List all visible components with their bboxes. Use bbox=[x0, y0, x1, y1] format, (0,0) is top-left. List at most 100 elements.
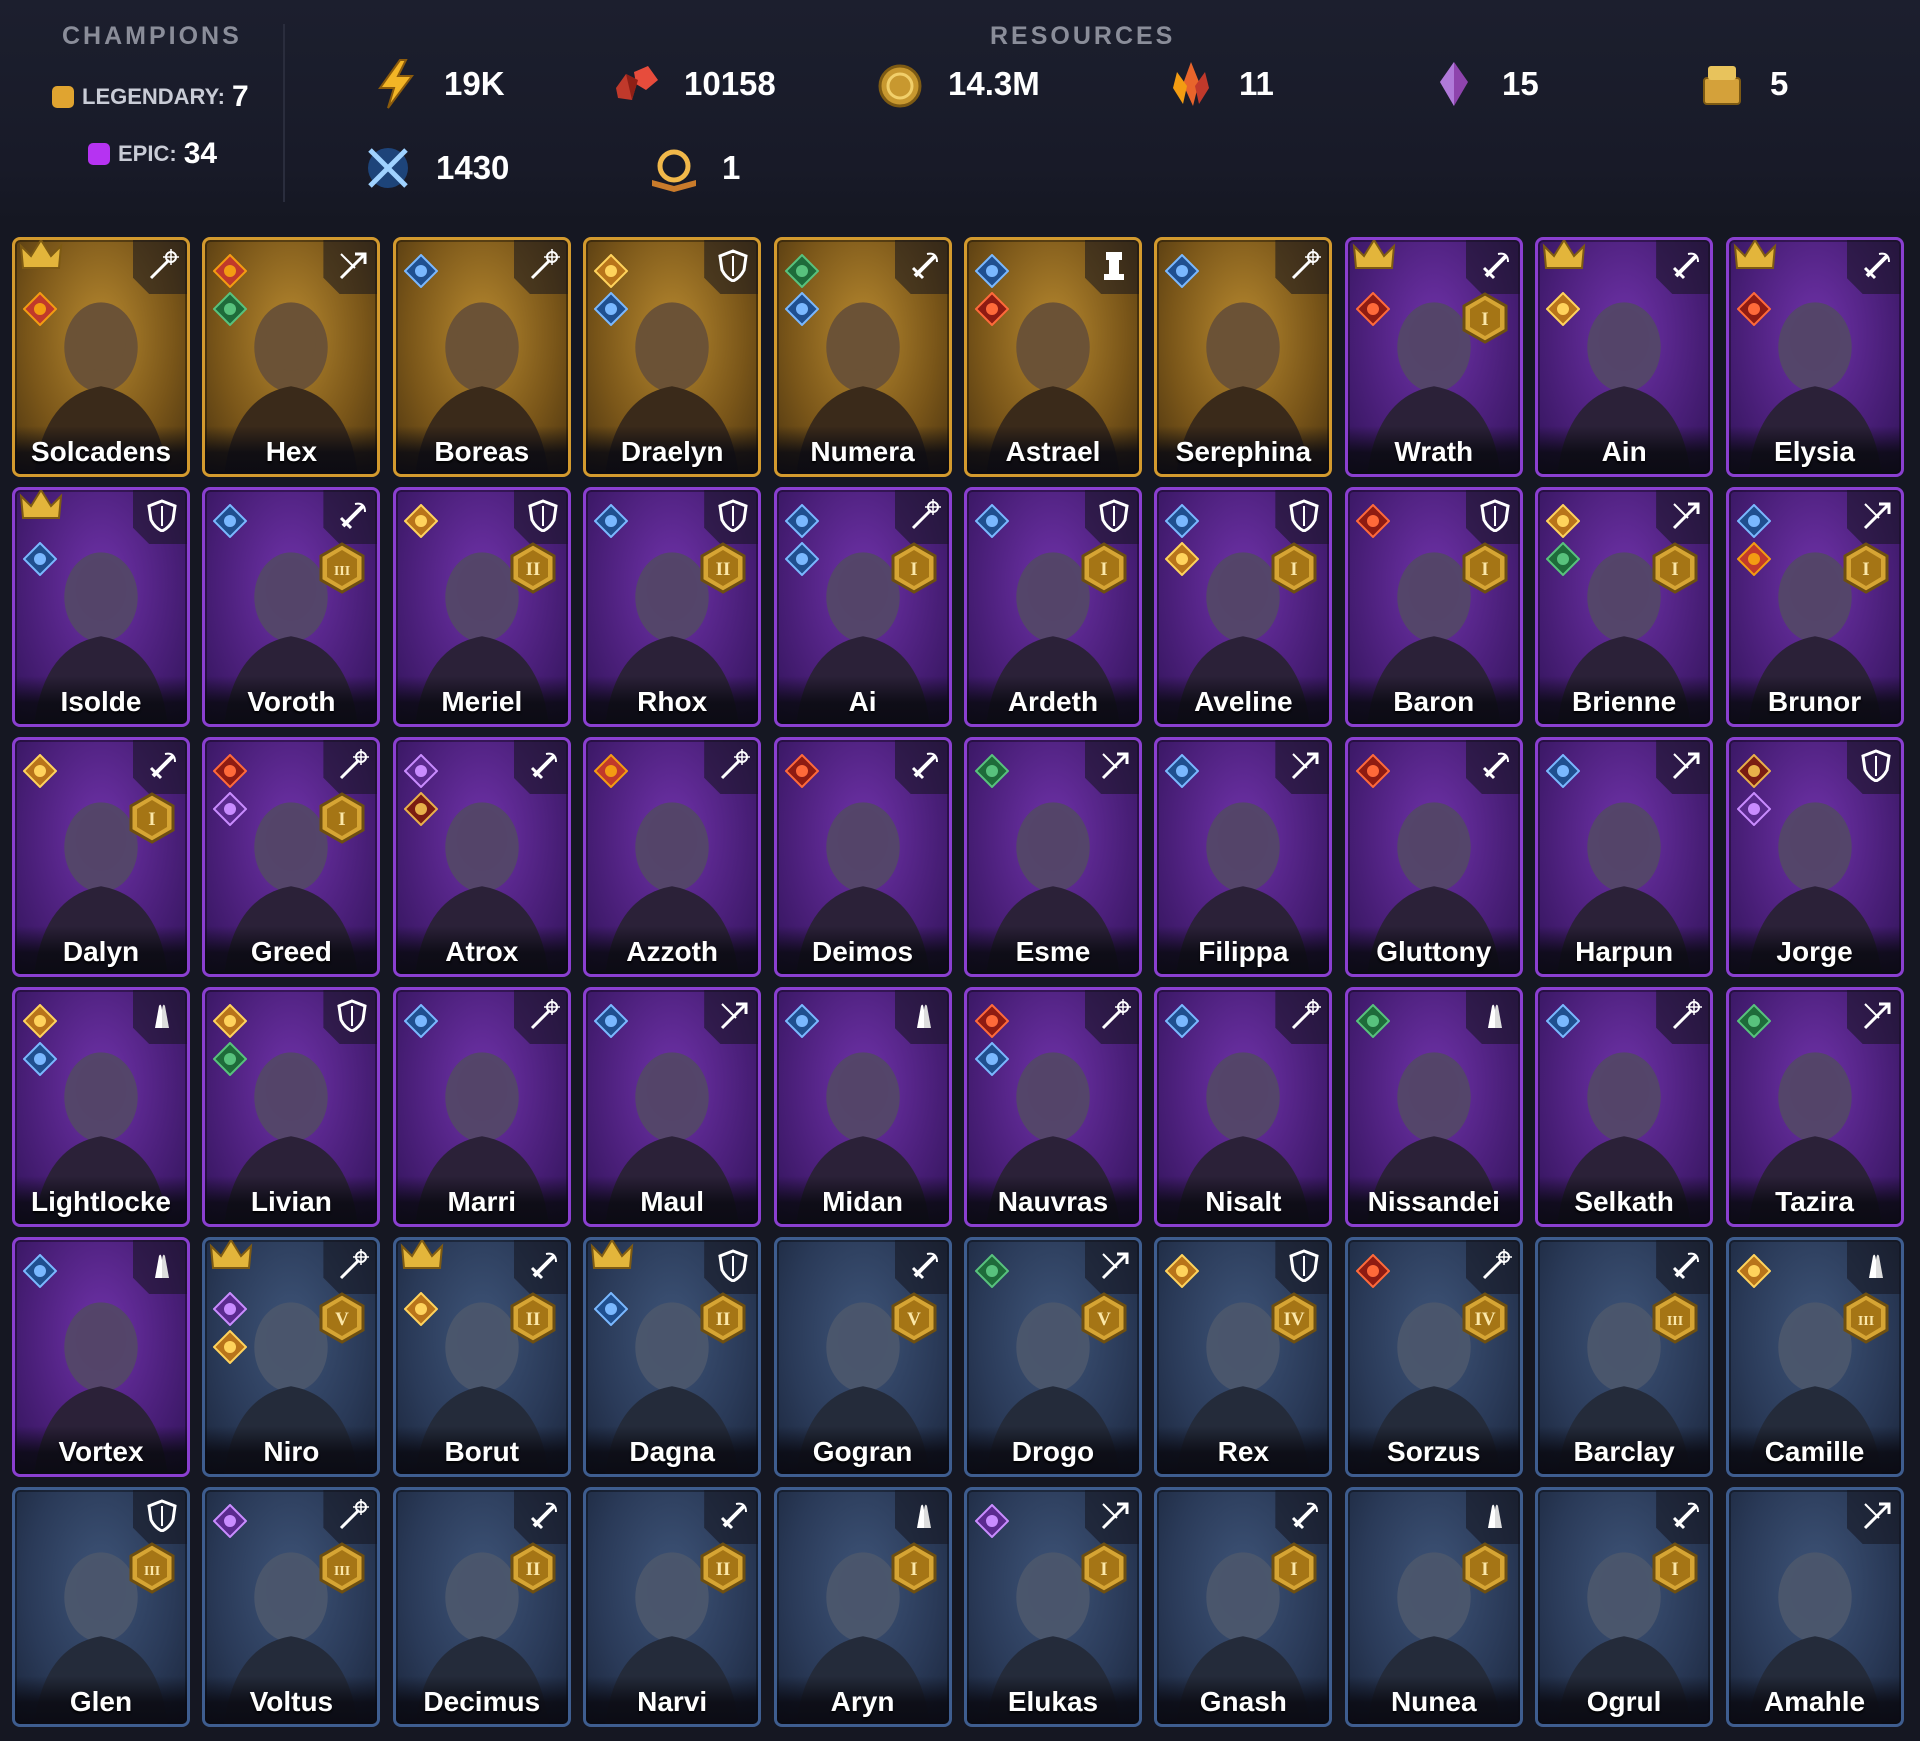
gold-chest-icon bbox=[1703, 66, 1741, 105]
champion-card[interactable]: I Aveline bbox=[1154, 487, 1333, 727]
champion-card[interactable]: Numera bbox=[773, 237, 952, 477]
resource-arena-token: 1430 bbox=[362, 142, 509, 194]
champion-card[interactable]: Azzoth bbox=[583, 737, 762, 977]
champion-card[interactable]: V Niro bbox=[202, 1237, 381, 1477]
champion-card[interactable]: III Voltus bbox=[202, 1487, 381, 1727]
faction-water-icon bbox=[1546, 1004, 1581, 1038]
faction-water-icon bbox=[594, 292, 629, 326]
champion-card[interactable]: II Decimus bbox=[392, 1487, 571, 1727]
ranger-icon bbox=[340, 252, 367, 280]
support-icon bbox=[1487, 1504, 1502, 1528]
champion-card[interactable]: I Brienne bbox=[1535, 487, 1714, 727]
crown-icon bbox=[1352, 240, 1395, 269]
champion-name: Voltus bbox=[249, 1686, 334, 1717]
champion-card[interactable]: Astrael bbox=[963, 237, 1142, 477]
champion-card[interactable]: Lightlocke bbox=[12, 987, 190, 1227]
champion-name: Greed bbox=[250, 936, 332, 967]
champion-card[interactable]: Ain bbox=[1535, 237, 1714, 477]
champion-card[interactable]: Nisalt bbox=[1154, 987, 1333, 1227]
champion-card[interactable]: V Gogran bbox=[773, 1237, 952, 1477]
faction-water-icon bbox=[1165, 754, 1200, 788]
champion-name: Rhox bbox=[637, 686, 708, 717]
champion-card[interactable]: II Meriel bbox=[392, 487, 571, 727]
rank-badge-icon: V bbox=[319, 1292, 365, 1344]
champion-card[interactable]: I Nunea bbox=[1344, 1487, 1523, 1727]
champion-name: Glen bbox=[69, 1686, 133, 1717]
champion-card[interactable]: II Narvi bbox=[583, 1487, 762, 1727]
champion-card[interactable]: Amahle bbox=[1725, 1487, 1904, 1727]
support-icon bbox=[155, 1254, 169, 1278]
champion-card[interactable]: I Ardeth bbox=[963, 487, 1142, 727]
champion-card[interactable]: Boreas bbox=[392, 237, 571, 477]
champion-card[interactable]: Tazira bbox=[1725, 987, 1904, 1227]
rank-badge-icon: I bbox=[1081, 542, 1127, 594]
faction-fire-icon bbox=[594, 754, 629, 788]
champion-card[interactable]: V Drogo bbox=[963, 1237, 1142, 1477]
champion-name: Rex bbox=[1217, 1436, 1270, 1467]
gold-coin-icon bbox=[878, 64, 922, 108]
champion-card[interactable]: I Ogrul bbox=[1535, 1487, 1714, 1727]
champion-card[interactable]: Deimos bbox=[773, 737, 952, 977]
champion-card[interactable]: I Baron bbox=[1344, 487, 1523, 727]
champion-card[interactable]: I Ai bbox=[773, 487, 952, 727]
faction-water-icon bbox=[974, 504, 1009, 538]
champion-card[interactable]: Elysia bbox=[1725, 237, 1904, 477]
champion-card[interactable]: Draelyn bbox=[583, 237, 762, 477]
champions-title: CHAMPIONS bbox=[62, 22, 242, 50]
faction-water-icon bbox=[974, 254, 1009, 288]
champion-card[interactable]: Solcadens bbox=[12, 237, 190, 477]
champion-card[interactable]: III Camille bbox=[1725, 1237, 1904, 1477]
champion-name: Narvi bbox=[637, 1686, 708, 1717]
champion-card[interactable]: Filippa bbox=[1154, 737, 1333, 977]
champion-card[interactable]: Selkath bbox=[1535, 987, 1714, 1227]
champion-card[interactable]: I Dalyn bbox=[12, 737, 190, 977]
ranger-icon bbox=[1863, 502, 1891, 530]
champion-name: Baron bbox=[1393, 686, 1475, 717]
champion-card[interactable]: I Elukas bbox=[963, 1487, 1142, 1727]
champion-card[interactable]: Marri bbox=[392, 987, 571, 1227]
champion-name: Barclay bbox=[1573, 1436, 1675, 1467]
champion-name: Wrath bbox=[1394, 436, 1474, 467]
champion-card[interactable]: Vortex bbox=[12, 1237, 190, 1477]
energy-bolt-icon bbox=[378, 59, 414, 109]
champion-card[interactable]: III Glen bbox=[12, 1487, 190, 1727]
champion-card[interactable]: II Dagna bbox=[583, 1237, 762, 1477]
champion-card[interactable]: Esme bbox=[963, 737, 1142, 977]
champion-card[interactable]: I Aryn bbox=[773, 1487, 952, 1727]
champion-card[interactable]: Isolde bbox=[12, 487, 190, 727]
champion-card[interactable]: III Barclay bbox=[1535, 1237, 1714, 1477]
champion-card[interactable]: Livian bbox=[202, 987, 381, 1227]
support-icon bbox=[1868, 1254, 1883, 1278]
champion-card[interactable]: Jorge bbox=[1725, 737, 1904, 977]
warrior-icon bbox=[530, 1252, 557, 1280]
champion-card[interactable]: Hex bbox=[202, 237, 381, 477]
champion-card[interactable]: IV Sorzus bbox=[1344, 1237, 1523, 1477]
champion-card[interactable]: III Voroth bbox=[202, 487, 381, 727]
tome-icon bbox=[652, 149, 696, 192]
champion-card[interactable]: Atrox bbox=[392, 737, 571, 977]
rank-numeral: I bbox=[910, 559, 917, 580]
champion-card[interactable]: I Greed bbox=[202, 737, 381, 977]
champion-card[interactable]: IV Rex bbox=[1154, 1237, 1333, 1477]
champion-card[interactable]: Maul bbox=[583, 987, 762, 1227]
resource-gems: 10158 bbox=[610, 58, 776, 110]
champion-card[interactable]: II Rhox bbox=[583, 487, 762, 727]
rank-numeral: I bbox=[148, 809, 155, 830]
crown-icon bbox=[1542, 240, 1586, 269]
champion-card[interactable]: Nissandei bbox=[1344, 987, 1523, 1227]
champion-card[interactable]: I Wrath bbox=[1344, 237, 1523, 477]
champion-name: Lightlocke bbox=[30, 1186, 171, 1217]
rank-numeral: I bbox=[1671, 1559, 1678, 1580]
warrior-icon bbox=[1673, 1502, 1700, 1530]
champion-card[interactable]: Nauvras bbox=[963, 987, 1142, 1227]
champion-card[interactable]: Midan bbox=[773, 987, 952, 1227]
champion-name: Gluttony bbox=[1376, 936, 1492, 967]
rank-numeral: I bbox=[1481, 1559, 1488, 1580]
champion-card[interactable]: Serephina bbox=[1154, 237, 1333, 477]
champion-card[interactable]: Harpun bbox=[1535, 737, 1714, 977]
champion-card[interactable]: II Borut bbox=[392, 1237, 571, 1477]
champion-card[interactable]: Gluttony bbox=[1344, 737, 1523, 977]
champion-card[interactable]: I Gnash bbox=[1154, 1487, 1333, 1727]
champion-card[interactable]: I Brunor bbox=[1725, 487, 1904, 727]
rank-badge-icon: II bbox=[700, 1292, 746, 1344]
